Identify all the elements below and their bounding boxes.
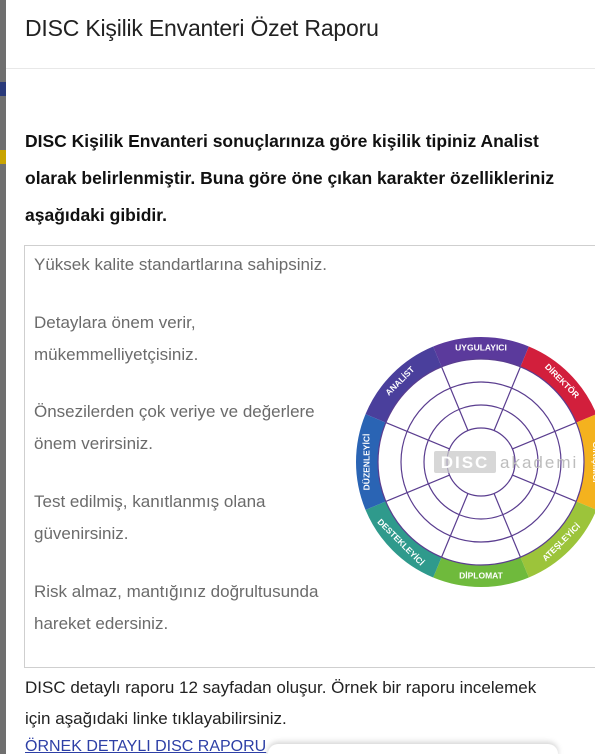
intro-paragraph: DISC Kişilik Envanteri sonuçlarınıza gör… (25, 123, 595, 234)
disc-wheel-image: UYGULAYICIDİREKTÖRGİRİŞİMCİATEŞLEYİCİDİP… (356, 337, 595, 587)
trait-text: güvenirsiniz. (34, 524, 129, 543)
trait-text: Yüksek kalite standartlarına sahipsiniz. (34, 255, 327, 274)
wheel-segment-label: DİPLOMAT (459, 570, 504, 580)
modal-title: DISC Kişilik Envanteri Özet Raporu (25, 15, 379, 41)
watermark-logo: DISC akademi (434, 451, 578, 473)
trait-text: Test edilmiş, kanıtlanmış olana (34, 492, 266, 511)
sample-report-link[interactable]: ÖRNEK DETAYLI DISC RAPORU (25, 738, 266, 754)
trait-item: Risk almaz, mantığınız doğrultusunda har… (34, 576, 318, 640)
traits-box: Yüksek kalite standartlarına sahipsiniz.… (24, 245, 595, 668)
footer-text: DISC detaylı raporu 12 sayfadan oluşur. … (25, 672, 595, 734)
trait-item: Detaylara önem verir, mükemmelliyetçisin… (34, 307, 198, 371)
trait-item: Önsezilerden çok veriye ve değerlere öne… (34, 396, 315, 460)
watermark-akademi: akademi (500, 453, 578, 472)
trait-text: Önsezilerden çok veriye ve değerlere (34, 402, 315, 421)
watermark-disc: DISC (441, 453, 490, 472)
trait-text: önem verirsiniz. (34, 434, 154, 453)
wheel-segment-label: GİRİŞİMCİ (591, 441, 595, 482)
modal-header: DISC Kişilik Envanteri Özet Raporu (6, 0, 595, 69)
wheel-segment-label: UYGULAYICI (455, 342, 507, 352)
wheel-segment-label: DÜZENLEYİCİ (361, 434, 371, 491)
intro-line: DISC Kişilik Envanteri sonuçlarınıza gör… (25, 131, 539, 151)
report-modal: DISC Kişilik Envanteri Özet Raporu DISC … (6, 0, 595, 754)
trait-text: hareket edersiniz. (34, 614, 169, 633)
trait-text: mükemmelliyetçisiniz. (34, 345, 199, 364)
footer-line: için aşağıdaki linke tıklayabilirsiniz. (25, 709, 287, 728)
intro-line: aşağıdaki gibidir. (25, 205, 167, 225)
trait-text: Detaylara önem verir, (34, 313, 196, 332)
trait-text: Risk almaz, mantığınız doğrultusunda (34, 582, 319, 601)
intro-line: olarak belirlenmiştir. Buna göre öne çık… (25, 168, 555, 188)
overlay-panel-edge (268, 744, 558, 754)
trait-item: Test edilmiş, kanıtlanmış olana güvenirs… (34, 486, 266, 550)
footer-line: DISC detaylı raporu 12 sayfadan oluşur. … (25, 678, 537, 697)
trait-item: Yüksek kalite standartlarına sahipsiniz. (34, 249, 327, 281)
